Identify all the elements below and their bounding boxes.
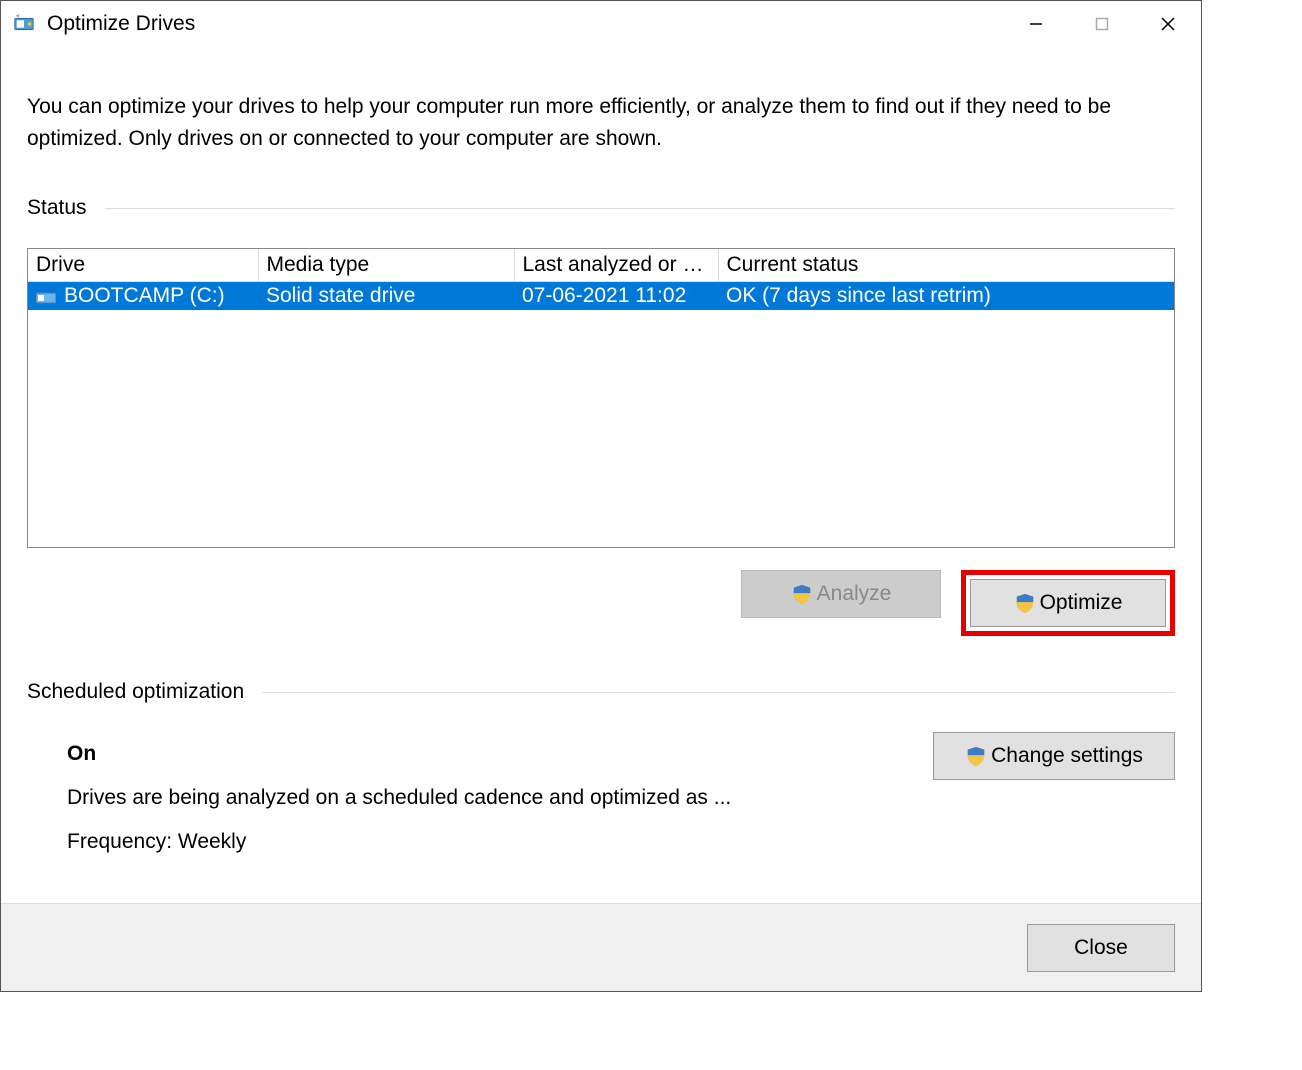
app-icon: [13, 13, 35, 35]
analyze-button: Analyze: [741, 570, 941, 618]
change-settings-label: Change settings: [991, 744, 1143, 768]
intro-text: You can optimize your drives to help you…: [27, 91, 1175, 154]
drive-name: BOOTCAMP (C:): [64, 284, 225, 308]
status-label: Status: [27, 196, 87, 220]
window-controls: [1003, 1, 1201, 47]
close-dialog-button[interactable]: Close: [1027, 924, 1175, 972]
scheduled-section-header: Scheduled optimization: [27, 680, 1175, 704]
maximize-button: [1069, 1, 1135, 47]
col-last-analyzed[interactable]: Last analyzed or o...: [514, 249, 718, 282]
close-button[interactable]: [1135, 1, 1201, 47]
optimize-highlight: Optimize: [961, 570, 1175, 636]
close-label: Close: [1074, 936, 1128, 960]
col-drive[interactable]: Drive: [28, 249, 258, 282]
shield-icon: [791, 583, 813, 605]
shield-icon: [1014, 592, 1036, 614]
scheduled-text: On Drives are being analyzed on a schedu…: [67, 732, 903, 864]
titlebar: Optimize Drives: [1, 1, 1201, 47]
table-row[interactable]: BOOTCAMP (C:) Solid state drive 07-06-20…: [28, 282, 1174, 311]
footer: Close: [1, 903, 1201, 991]
drive-media: Solid state drive: [258, 282, 514, 311]
shield-icon: [965, 745, 987, 767]
col-media-type[interactable]: Media type: [258, 249, 514, 282]
scheduled-label: Scheduled optimization: [27, 680, 244, 704]
drive-icon: [36, 288, 56, 304]
optimize-button[interactable]: Optimize: [970, 579, 1166, 627]
drive-status: OK (7 days since last retrim): [718, 282, 1174, 311]
minimize-button[interactable]: [1003, 1, 1069, 47]
change-settings-button[interactable]: Change settings: [933, 732, 1175, 780]
drives-table[interactable]: Drive Media type Last analyzed or o... C…: [27, 248, 1175, 548]
optimize-label: Optimize: [1040, 591, 1123, 615]
drive-last: 07-06-2021 11:02: [514, 282, 718, 311]
analyze-label: Analyze: [817, 582, 892, 606]
optimize-drives-window: Optimize Drives You can optimize your dr…: [0, 0, 1202, 992]
col-current-status[interactable]: Current status: [718, 249, 1174, 282]
table-header-row: Drive Media type Last analyzed or o... C…: [28, 249, 1174, 282]
window-title: Optimize Drives: [47, 12, 195, 36]
scheduled-on: On: [67, 732, 903, 776]
scheduled-description: Drives are being analyzed on a scheduled…: [67, 776, 903, 820]
scheduled-frequency: Frequency: Weekly: [67, 820, 903, 864]
status-section-header: Status: [27, 196, 1175, 220]
